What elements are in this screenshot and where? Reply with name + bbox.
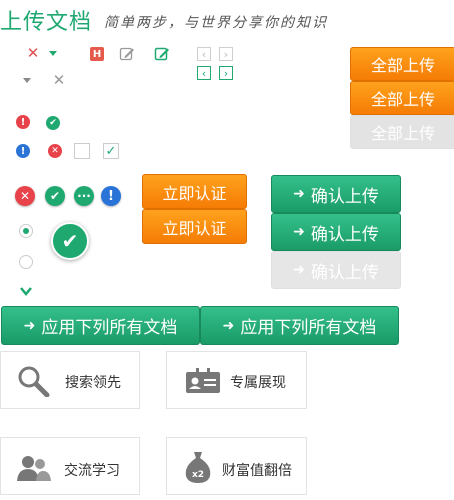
apply-all-label: 应用下列所有文档 xyxy=(240,318,377,338)
html-icon[interactable]: H xyxy=(90,47,104,61)
apply-all-documents-hover-button[interactable]: ➜ 应用下列所有文档 xyxy=(200,306,399,345)
feature-label: 交流学习 xyxy=(64,463,120,479)
next-arrow-button[interactable]: › xyxy=(219,47,233,61)
apply-all-label: 应用下列所有文档 xyxy=(41,318,178,338)
feature-card-learning: 交流学习 xyxy=(0,437,140,495)
confirm-upload-button[interactable]: ➜ 确认上传 xyxy=(271,175,401,213)
radio-unselected[interactable] xyxy=(19,255,33,269)
check-small-icon: ✔ xyxy=(46,116,60,130)
apply-all-documents-button[interactable]: ➜ 应用下列所有文档 xyxy=(1,306,200,345)
chevron-down-icon[interactable] xyxy=(19,286,33,296)
feature-card-wealth: x2 财富值翻倍 xyxy=(166,437,307,495)
upload-all-hover-button[interactable]: 全部上传 xyxy=(350,81,454,115)
close-icon[interactable]: ✕ xyxy=(26,44,40,62)
id-card-icon xyxy=(185,368,221,398)
feature-label: 搜索领先 xyxy=(65,375,121,391)
error-small-icon: ! xyxy=(16,115,30,129)
users-icon xyxy=(16,454,52,486)
arrow-right-icon: ➜ xyxy=(222,317,235,334)
arrow-right-icon: ➜ xyxy=(23,317,36,334)
page-title: 上传文档 xyxy=(0,10,93,35)
arrow-right-icon: ➜ xyxy=(293,262,305,278)
next-arrow-active-button[interactable]: › xyxy=(219,66,233,80)
radio-selected[interactable] xyxy=(19,224,33,238)
verify-now-hover-button[interactable]: 立即认证 xyxy=(142,209,247,244)
money-bag-icon: x2 xyxy=(184,450,212,488)
feature-label: 财富值翻倍 xyxy=(222,463,292,479)
arrow-right-icon: ➜ xyxy=(293,224,305,240)
confirm-upload-label: 确认上传 xyxy=(310,262,379,283)
dropdown-gray-icon[interactable] xyxy=(22,77,32,85)
upload-all-button[interactable]: 全部上传 xyxy=(350,47,454,81)
error-x-small-icon: ✕ xyxy=(48,144,62,158)
confirm-upload-disabled-button: ➜ 确认上传 xyxy=(271,251,401,289)
close-gray-icon[interactable]: ✕ xyxy=(52,71,66,89)
confirm-upload-hover-button[interactable]: ➜ 确认上传 xyxy=(271,213,401,251)
edit-green-icon[interactable] xyxy=(154,46,170,62)
svg-text:x2: x2 xyxy=(192,470,204,480)
upload-all-disabled-button: 全部上传 xyxy=(350,115,454,149)
confirm-upload-label: 确认上传 xyxy=(310,186,379,207)
confirm-upload-label: 确认上传 xyxy=(310,224,379,245)
feature-card-exclusive: 专属展现 xyxy=(166,351,307,409)
feature-label: 专属展现 xyxy=(230,375,286,391)
prev-arrow-active-button[interactable]: ‹ xyxy=(197,66,211,80)
page-subtitle: 简单两步，与世界分享你的知识 xyxy=(104,15,328,31)
edit-icon[interactable] xyxy=(119,46,135,62)
error-medium-icon: ✕ xyxy=(15,186,35,206)
checkbox-checked[interactable]: ✓ xyxy=(103,143,119,159)
dropdown-green-icon[interactable] xyxy=(48,49,58,59)
info-small-icon: ! xyxy=(16,144,30,158)
search-icon xyxy=(16,365,50,401)
prev-arrow-button[interactable]: ‹ xyxy=(197,47,211,61)
more-medium-icon: ··· xyxy=(74,186,94,206)
arrow-right-icon: ➜ xyxy=(293,186,305,202)
verify-now-button[interactable]: 立即认证 xyxy=(142,174,247,209)
check-large-icon: ✔ xyxy=(51,222,89,260)
checkbox-unchecked[interactable] xyxy=(74,143,90,159)
info-medium-icon: ! xyxy=(101,186,121,206)
check-medium-icon: ✔ xyxy=(45,186,65,206)
feature-card-search: 搜索领先 xyxy=(0,351,140,409)
